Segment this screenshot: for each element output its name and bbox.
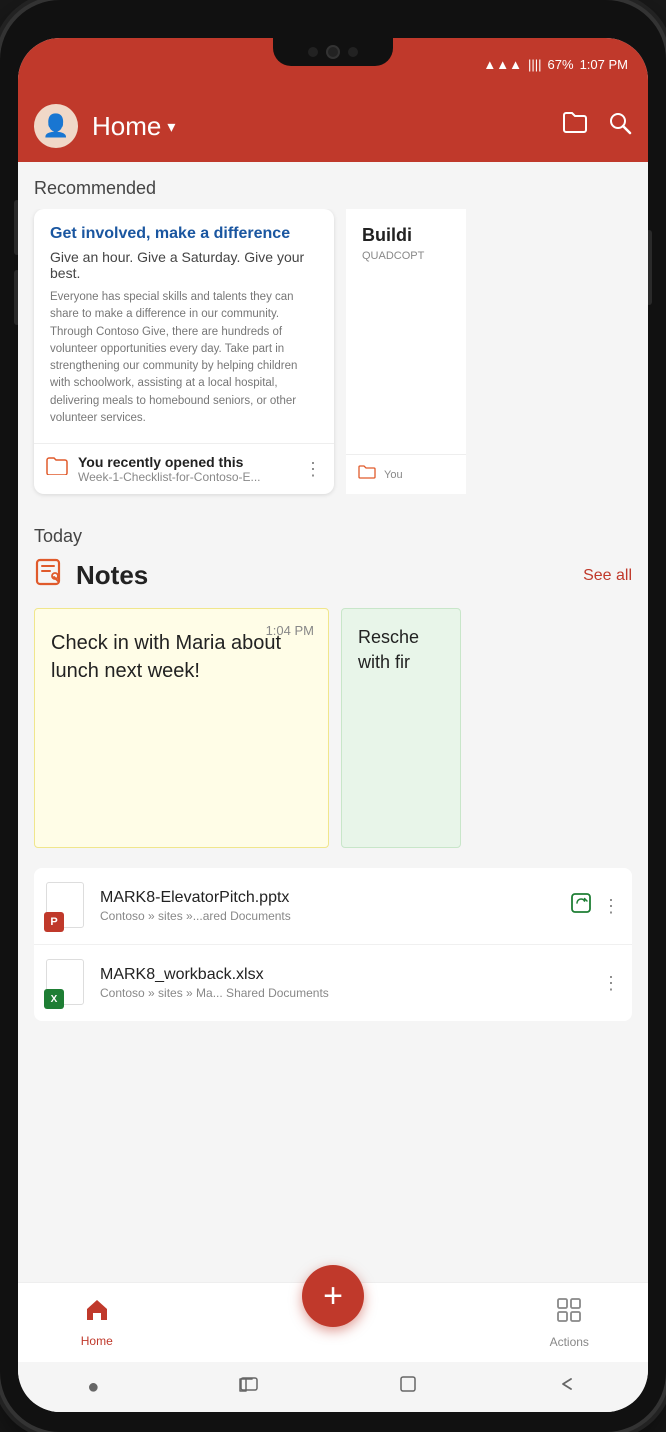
system-nav: ● — [18, 1362, 648, 1412]
file-info-2: MARK8_workback.xlsx Contoso » sites » Ma… — [100, 966, 590, 1000]
sensor2 — [348, 47, 358, 57]
status-right: ▲▲▲ |||| 67% 1:07 PM — [483, 57, 628, 72]
file-name-short: Week-1-Checklist-for-Contoso-E... — [78, 470, 294, 484]
today-label: Today — [18, 510, 648, 557]
signal-icon: |||| — [528, 57, 542, 72]
actions-nav-icon — [555, 1296, 583, 1331]
rec-card-subtitle: Give an hour. Give a Saturday. Give your… — [50, 249, 318, 281]
note-text-2: Resche with fir — [358, 625, 444, 675]
notes-title: Notes — [76, 560, 583, 591]
rec-card-file: You recently opened this Week-1-Checklis… — [78, 454, 294, 484]
rec-card-partial-top: Buildi QUADCOPT — [346, 209, 466, 454]
nav-item-home[interactable]: Home — [18, 1297, 176, 1348]
nav-back-button[interactable] — [557, 1375, 579, 1399]
notes-row: 1:04 PM Check in with Maria about lunch … — [34, 608, 632, 848]
recommended-card-1[interactable]: Get involved, make a difference Give an … — [34, 209, 334, 494]
bottom-nav: Home + Actions — [18, 1282, 648, 1362]
folder-icon-partial — [358, 465, 376, 484]
scroll-area[interactable]: Recommended Get involved, make a differe… — [18, 162, 648, 1282]
today-section: Notes See all 1:04 PM Check in with Mari… — [18, 557, 648, 1021]
time-display: 1:07 PM — [580, 57, 628, 72]
file-actions-2: ⋮ — [602, 973, 620, 994]
front-camera — [326, 45, 340, 59]
file-more-icon-2[interactable]: ⋮ — [602, 973, 620, 994]
file-path-2: Contoso » sites » Ma... Shared Documents — [100, 986, 590, 1000]
sync-icon[interactable] — [570, 892, 592, 920]
file-info-1: MARK8-ElevatorPitch.pptx Contoso » sites… — [100, 889, 558, 923]
home-nav-icon — [84, 1297, 110, 1330]
file-more-icon-1[interactable]: ⋮ — [602, 896, 620, 917]
see-all-button[interactable]: See all — [583, 567, 632, 585]
avatar[interactable]: 👤 — [34, 104, 78, 148]
file-path-1: Contoso » sites »...ared Documents — [100, 909, 558, 923]
xlsx-icon: X — [46, 959, 88, 1007]
partial-card-title: Buildi — [362, 225, 450, 246]
phone-frame: ▲▲▲ |||| 67% 1:07 PM 👤 Home ▾ — [0, 0, 666, 1432]
more-options-icon[interactable]: ⋮ — [304, 459, 322, 480]
note-card-1[interactable]: 1:04 PM Check in with Maria about lunch … — [34, 608, 329, 848]
home-title-button[interactable]: Home ▾ — [92, 111, 562, 142]
rec-card-footer: You recently opened this Week-1-Checklis… — [34, 443, 334, 494]
recommended-card-2[interactable]: Buildi QUADCOPT You — [346, 209, 466, 494]
phone-screen: ▲▲▲ |||| 67% 1:07 PM 👤 Home ▾ — [18, 38, 648, 1412]
recommended-label: Recommended — [18, 162, 648, 209]
top-bar: 👤 Home ▾ — [18, 90, 648, 162]
recommended-cards: Get involved, make a difference Give an … — [18, 209, 648, 510]
notes-icon — [34, 557, 64, 594]
battery-percent: 67% — [548, 57, 574, 72]
add-icon: + — [323, 1279, 343, 1313]
recently-opened-label: You recently opened this — [78, 454, 294, 470]
sensor — [308, 47, 318, 57]
rec-card-body: Everyone has special skills and talents … — [50, 289, 318, 427]
home-title-text: Home — [92, 111, 161, 142]
phone-notch — [273, 38, 393, 66]
rec-card-content: Get involved, make a difference Give an … — [34, 209, 334, 443]
pptx-icon: P — [46, 882, 88, 930]
section-recommended: Recommended Get involved, make a differe… — [18, 162, 648, 510]
note-time: 1:04 PM — [266, 623, 314, 638]
folder-icon[interactable] — [562, 111, 588, 141]
nav-home-button[interactable] — [398, 1374, 418, 1400]
nav-item-actions[interactable]: Actions — [491, 1296, 649, 1349]
note-card-2[interactable]: Resche with fir — [341, 608, 461, 848]
wifi-icon: ▲▲▲ — [483, 57, 522, 72]
file-actions-1: ⋮ — [570, 892, 620, 920]
rec-card-title: Get involved, make a difference — [50, 225, 318, 243]
actions-nav-label: Actions — [550, 1335, 589, 1349]
file-item-pptx[interactable]: P MARK8-ElevatorPitch.pptx Contoso » sit… — [34, 868, 632, 945]
home-nav-label: Home — [81, 1334, 113, 1348]
user-icon: 👤 — [42, 113, 69, 139]
file-list: P MARK8-ElevatorPitch.pptx Contoso » sit… — [34, 868, 632, 1021]
file-name-1: MARK8-ElevatorPitch.pptx — [100, 889, 558, 907]
nav-dot-button[interactable]: ● — [87, 1376, 99, 1399]
chevron-down-icon: ▾ — [167, 117, 175, 137]
notes-header: Notes See all — [34, 557, 632, 594]
rec-card-partial-footer: You — [346, 454, 466, 494]
fab-button[interactable]: + — [302, 1265, 364, 1327]
top-bar-icons — [562, 111, 632, 141]
search-icon[interactable] — [608, 111, 632, 141]
folder-icon-small — [46, 457, 68, 481]
nav-recent-button[interactable] — [238, 1375, 260, 1399]
file-item-xlsx[interactable]: X MARK8_workback.xlsx Contoso » sites » … — [34, 945, 632, 1021]
partial-card-sub: QUADCOPT — [362, 250, 450, 262]
file-name-2: MARK8_workback.xlsx — [100, 966, 590, 984]
partial-footer-label: You — [384, 469, 403, 481]
